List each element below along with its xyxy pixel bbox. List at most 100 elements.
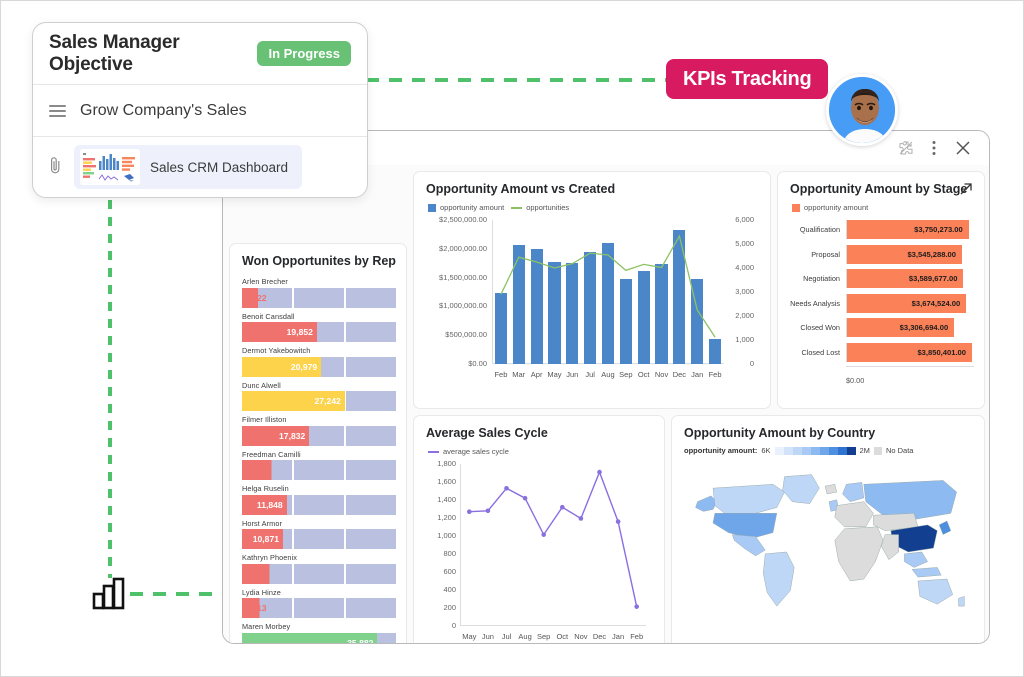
x-tick-label: Nov xyxy=(654,370,669,379)
table-row: Benoit Cansdall 19,852 xyxy=(242,312,396,342)
rep-bar-fill: 19,852 xyxy=(242,322,317,342)
bar-chart-icon xyxy=(92,576,128,610)
card-opportunity-by-country: Opportunity Amount by Country opportunit… xyxy=(671,415,985,643)
legend-item-stage-amount: opportunity amount xyxy=(792,203,868,212)
x-tick-label: Jul xyxy=(585,370,595,379)
legend-label-stage: opportunity amount xyxy=(804,203,869,212)
kebab-menu-icon[interactable] xyxy=(932,140,936,156)
stage-bar: $3,674,524.00 xyxy=(846,293,967,313)
legend-label-count: opportunities xyxy=(526,203,570,212)
close-icon[interactable] xyxy=(955,140,971,156)
rep-bar-fill: 4,613 xyxy=(242,598,294,618)
world-map[interactable] xyxy=(684,459,972,619)
rep-name: Maren Morbey xyxy=(242,622,291,631)
stage-label: Closed Lost xyxy=(801,347,840,357)
x-tick-label: Oct xyxy=(637,370,650,379)
objective-card: Sales Manager Objective In Progress Grow… xyxy=(32,22,368,198)
stage-bar: $3,545,288.00 xyxy=(846,244,962,264)
legend-map: opportunity amount: 6K 2M No Data xyxy=(684,446,972,455)
stage-axis-origin: $0.00 xyxy=(846,376,865,385)
card-won-opportunities: Won Opportunites by Rep Arlen Brecher 4,2… xyxy=(229,243,407,643)
map-scale-step xyxy=(810,446,820,455)
x-tick-label: Jun xyxy=(566,370,579,379)
x-tick-label: Jun xyxy=(481,632,494,641)
legend-item-count: opportunities xyxy=(511,203,569,212)
table-row: Freedman Camilli 7,778 xyxy=(242,449,396,480)
rep-name: Dermot Yakebowitch xyxy=(242,346,311,355)
rep-name: Arlen Brecher xyxy=(242,277,288,286)
map-scale-step xyxy=(774,446,784,455)
x-tick-label: Feb xyxy=(494,370,508,379)
map-scale-step xyxy=(846,446,856,455)
x-tick-label: May xyxy=(462,632,477,641)
attachment-chip[interactable]: Sales CRM Dashboard xyxy=(74,145,303,189)
x-tick-label: Sep xyxy=(537,632,551,641)
x-tick-label: Nov xyxy=(574,632,588,641)
card-title-opportunity: Opportunity Amount vs Created xyxy=(426,182,616,196)
card-title-won: Won Opportunites by Rep xyxy=(242,254,396,268)
rep-bar-fill: 10,871 xyxy=(242,529,284,549)
rep-bar-fill: 35,882 xyxy=(242,632,378,643)
table-row: Negotiation $3,589,677.00 xyxy=(790,268,974,289)
rep-bar-track: 11,848 xyxy=(242,494,396,515)
x-tick-label: Feb xyxy=(708,370,722,379)
table-row: Needs Analysis $3,674,524.00 xyxy=(790,293,974,314)
map-nodata-swatch xyxy=(873,446,882,455)
rep-name: Freedman Camilli xyxy=(242,449,301,459)
map-scale-step xyxy=(783,446,793,455)
table-row: Helga Ruselin 11,848 xyxy=(242,484,396,515)
map-scale-step xyxy=(792,446,802,455)
table-row: Dermot Yakebowitch 20,979 xyxy=(242,346,396,377)
rep-bar-track: 10,871 xyxy=(242,529,396,549)
legend-label-cycle: average sales cycle xyxy=(443,447,509,456)
rep-name: Kathryn Phoenix xyxy=(242,553,298,562)
extension-icon[interactable] xyxy=(899,141,913,155)
rep-bar-track: 20,979 xyxy=(242,356,396,377)
status-badge: In Progress xyxy=(257,41,351,66)
table-row: Maren Morbey 35,882 xyxy=(242,622,396,643)
dashboard-thumbnail-icon xyxy=(80,149,140,185)
legend-swatch-amount xyxy=(428,203,436,212)
line-series-cycle xyxy=(467,469,639,609)
rep-bar-fill: 11,848 xyxy=(242,494,287,515)
expand-arrow-icon[interactable] xyxy=(960,183,972,198)
map-scale-step xyxy=(828,446,838,455)
connector-top xyxy=(366,78,666,82)
won-rep-list: Arlen Brecher 4,222 Benoit Cansdall 19,852 D… xyxy=(242,277,396,643)
table-row: Closed Lost $3,850,401.00 xyxy=(790,342,974,363)
objective-header: Sales Manager Objective In Progress xyxy=(33,23,367,85)
objective-row[interactable]: Grow Company's Sales xyxy=(33,85,367,137)
stage-label: Proposal xyxy=(811,249,840,259)
table-row: Proposal $3,545,288.00 xyxy=(790,244,974,265)
card-title-stage: Opportunity Amount by Stage xyxy=(790,182,968,196)
rep-bar-fill: 17,832 xyxy=(242,425,310,446)
map-scale-step xyxy=(837,446,847,455)
objective-title: Sales Manager Objective xyxy=(49,31,180,75)
table-row: Kathryn Phoenix 7,249 xyxy=(242,553,396,584)
card-average-sales-cycle: Average Sales Cycle average sales cycle … xyxy=(413,415,665,643)
map-scale-min: 6K xyxy=(761,446,771,455)
x-tick-label: Aug xyxy=(601,370,615,379)
legend-swatch-stage xyxy=(792,203,800,212)
stage-bar: $3,589,677.00 xyxy=(846,269,964,288)
plot-opportunity: $2,500,000.00 $2,000,000.00 $1,500,000.00 $… xyxy=(426,215,760,386)
map-scale-max: 2M xyxy=(859,446,870,455)
rep-bar-track: 17,832 xyxy=(242,425,396,446)
legend-swatch-count xyxy=(511,206,523,209)
legend-cycle: average sales cycle xyxy=(428,447,652,456)
rep-bar-fill: 4,222 xyxy=(242,287,292,308)
stage-label: Negotiation xyxy=(803,274,840,283)
stage-bar: $3,750,273.00 xyxy=(846,220,969,239)
stage-bar-list: Qualification $3,750,273.00 Proposal $3,545… xyxy=(790,219,974,363)
table-row: Filmer Illiston 17,832 xyxy=(242,415,396,446)
rep-bar-fill: 27,242 xyxy=(242,391,345,411)
avatar xyxy=(826,74,898,146)
map-scale-step xyxy=(819,446,829,455)
legend-label-amount: opportunity amount xyxy=(440,203,505,212)
legend-stage: opportunity amount xyxy=(792,203,974,212)
rep-bar-fill: 7,778 xyxy=(242,460,306,480)
rep-name: Dunc Alwell xyxy=(242,380,281,390)
legend-swatch-cycle xyxy=(428,450,439,453)
x-tick-label: Sep xyxy=(619,370,633,379)
world-map-svg xyxy=(695,474,965,607)
